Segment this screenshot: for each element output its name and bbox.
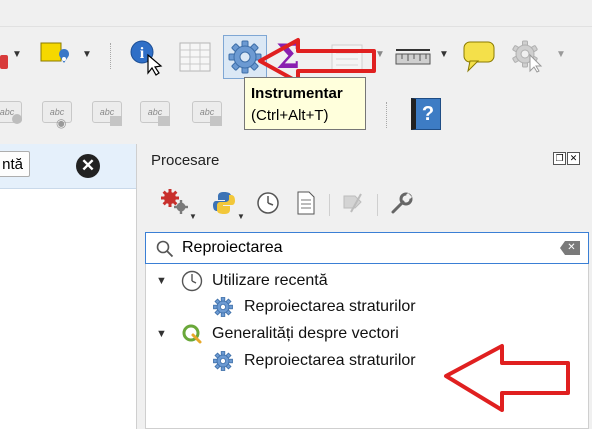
panel-title: Procesare — [151, 152, 220, 169]
tooltip-title: Instrumentar — [251, 85, 343, 102]
expand-arrow-icon[interactable]: ▼ — [156, 275, 170, 287]
chevron-down-icon[interactable]: ▼ — [556, 49, 566, 60]
tree-item-algorithm[interactable]: Reproiectarea straturilor — [212, 294, 416, 320]
close-panel-icon[interactable]: ✕ — [567, 152, 580, 165]
toolbar-separator — [377, 194, 378, 216]
run-process-button[interactable] — [510, 39, 546, 78]
map-tips-button[interactable] — [462, 39, 496, 78]
edit-in-place-button[interactable] — [341, 190, 365, 221]
chevron-down-icon[interactable]: ▼ — [189, 212, 197, 221]
toolbar-separator — [329, 194, 330, 216]
tree-group-label: Generalități despre vectori — [212, 325, 399, 342]
left-panel-button[interactable]: ntă — [0, 151, 30, 177]
measure-button[interactable] — [395, 47, 431, 72]
chevron-down-icon[interactable]: ▼ — [237, 212, 245, 221]
svg-text:i: i — [140, 45, 145, 62]
select-feature-icon — [40, 42, 70, 63]
history-clock-icon — [257, 192, 279, 214]
tree-group-recent[interactable]: ▼ Utilizare recentă — [156, 268, 328, 294]
options-button[interactable] — [389, 190, 415, 221]
annotation-arrow-icon — [444, 344, 570, 412]
edit-label-icon — [210, 116, 222, 126]
models-button[interactable] — [161, 188, 189, 221]
window-top-strip — [0, 0, 592, 26]
eye-icon: ◉ — [56, 116, 67, 130]
chevron-down-icon[interactable]: ▼ — [82, 49, 92, 60]
python-button[interactable] — [211, 190, 237, 221]
gear-icon — [213, 351, 233, 371]
results-button[interactable] — [295, 190, 317, 221]
tree-item-algorithm[interactable]: Reproiectarea straturilor — [212, 348, 416, 374]
tooltip-shortcut: (Ctrl+Alt+T) — [251, 107, 329, 124]
algorithm-tree: ▼ Utilizare recentă Reproiectarea stratu… — [145, 264, 589, 429]
search-icon — [156, 240, 174, 258]
left-dock-panel: ntă ✕ — [0, 144, 137, 429]
tooltip: Instrumentar (Ctrl+Alt+T) — [244, 77, 366, 130]
left-panel-header: ntă ✕ — [0, 144, 136, 189]
tree-item-label: Reproiectarea straturilor — [244, 298, 416, 315]
select-feature-button[interactable] — [38, 39, 74, 80]
pin-icon — [12, 114, 22, 124]
qgis-icon — [182, 324, 202, 344]
rotate-label-icon — [158, 116, 170, 126]
close-icon[interactable]: ✕ — [76, 154, 100, 178]
wrench-icon — [391, 192, 413, 214]
help-glyph: ? — [421, 102, 435, 125]
toolbar-separator — [110, 43, 113, 69]
models-gears-icon — [161, 189, 188, 214]
attribute-table-button[interactable] — [178, 41, 212, 78]
run-process-icon — [512, 40, 543, 73]
tree-group-vector-general[interactable]: ▼ Generalități despre vectori — [156, 321, 399, 347]
chevron-down-icon[interactable]: ▼ — [439, 49, 449, 60]
chevron-down-icon[interactable]: ▼ — [12, 49, 22, 60]
identify-button[interactable]: i — [126, 37, 166, 82]
attribute-table-icon — [179, 42, 211, 72]
left-panel-button-label: ntă — [2, 155, 23, 173]
toolbar-separator — [386, 102, 389, 128]
map-tips-icon — [463, 41, 495, 73]
edit-in-place-icon — [343, 193, 362, 213]
processing-panel: Procesare ❐ ✕ ▼ ▼ Reproiectarea ✕ ▼ Util… — [137, 144, 592, 429]
help-book-icon[interactable]: ? — [411, 98, 441, 130]
clear-search-icon[interactable]: ✕ — [560, 241, 580, 255]
remove-layer-icon[interactable] — [0, 55, 8, 69]
tree-item-label: Reproiectarea straturilor — [244, 352, 416, 369]
search-box: ✕ — [145, 232, 589, 264]
python-icon — [213, 192, 235, 214]
results-document-icon — [297, 191, 315, 215]
float-panel-icon[interactable]: ❐ — [553, 152, 566, 165]
history-button[interactable] — [255, 190, 281, 221]
gear-icon — [213, 297, 233, 317]
identify-icon: i — [130, 40, 163, 76]
expand-arrow-icon[interactable]: ▼ — [156, 328, 170, 340]
clock-icon — [181, 270, 203, 292]
search-input[interactable] — [182, 238, 552, 258]
measure-icon — [395, 49, 431, 65]
move-label-icon — [110, 116, 122, 126]
tree-group-label: Utilizare recentă — [212, 272, 328, 289]
